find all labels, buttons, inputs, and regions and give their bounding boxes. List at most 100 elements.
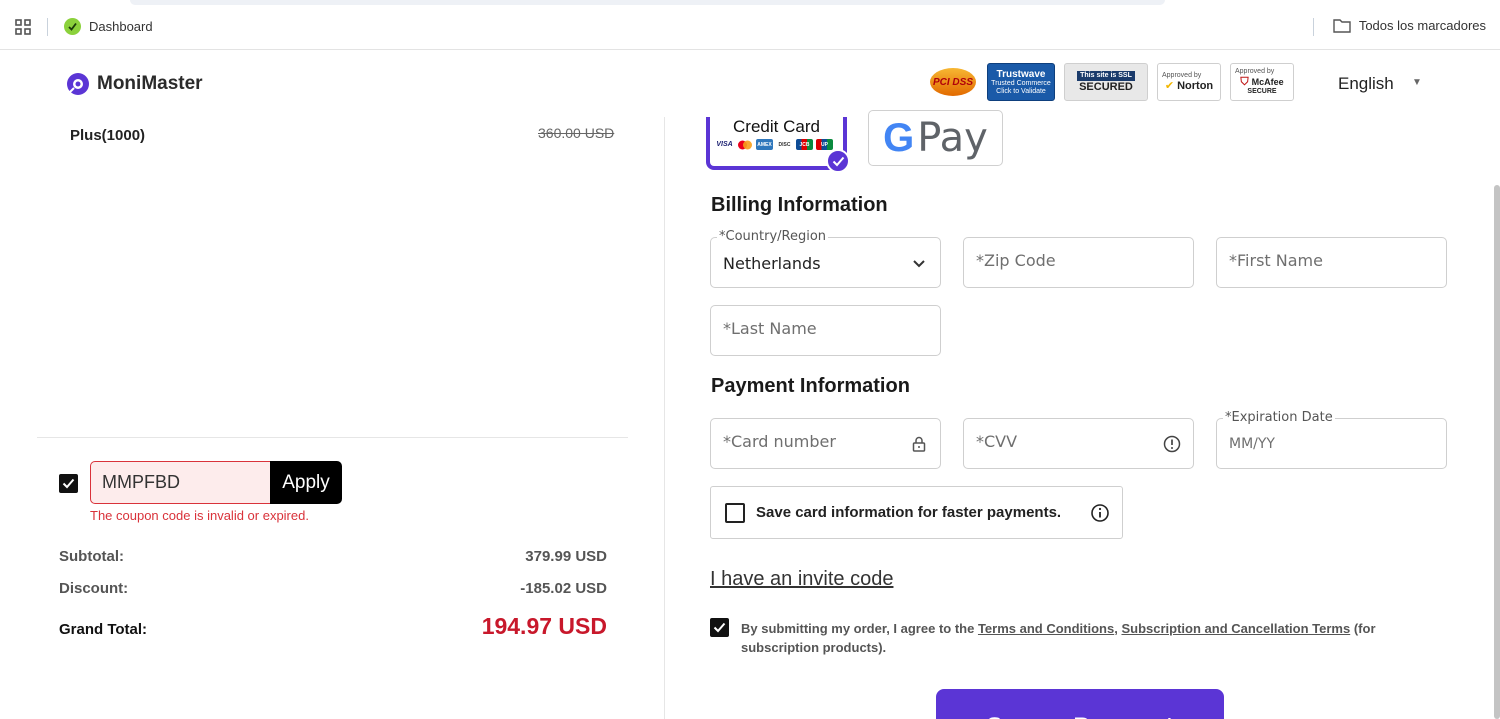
logo-text: MoniMaster — [97, 73, 203, 94]
subscription-terms-link[interactable]: Subscription and Cancellation Terms — [1121, 621, 1350, 636]
card-brand-logos: VISA AMEX DISC JCB UP — [716, 139, 833, 150]
payment-method-credit-card[interactable]: Credit Card VISA AMEX DISC JCB UP — [706, 117, 850, 173]
all-bookmarks[interactable]: Todos los marcadores — [1333, 18, 1486, 33]
discount-value: -185.02 USD — [520, 580, 607, 597]
mastercard-icon — [736, 139, 753, 150]
language-selector[interactable]: English — [1338, 74, 1394, 94]
grand-total-label: Grand Total: — [59, 621, 148, 638]
discount-label: Discount: — [59, 580, 129, 597]
google-g-icon: G — [883, 116, 914, 161]
apply-coupon-button[interactable]: Apply — [270, 461, 342, 504]
visa-icon: VISA — [716, 141, 733, 148]
bookmarks-separator — [1313, 18, 1314, 36]
cvv-field[interactable] — [963, 418, 1194, 469]
apps-grid-icon[interactable] — [15, 19, 31, 35]
last-name-field[interactable] — [710, 305, 941, 356]
billing-title: Billing Information — [711, 194, 888, 216]
expiration-date-field[interactable]: *Expiration Date — [1216, 410, 1447, 469]
pci-dss-text: PCI DSS — [930, 68, 976, 96]
trustwave-title: Trustwave — [996, 68, 1046, 80]
coupon-group: Apply — [90, 461, 342, 504]
lock-icon — [912, 436, 926, 452]
bookmarks-bar: Dashboard Todos los marcadores — [0, 0, 1500, 50]
trustwave-cta: Click to Validate — [996, 87, 1046, 95]
checkmark-icon — [713, 622, 726, 633]
norton-check-icon: ✔ — [1164, 79, 1175, 92]
google-g-letter: G — [883, 115, 915, 160]
country-select[interactable]: *Country/Region Netherlands — [710, 229, 941, 288]
subtotal-label: Subtotal: — [59, 548, 124, 565]
bookmarks-separator — [47, 18, 48, 36]
norton-badge: Approved by ✔ Norton — [1157, 63, 1221, 101]
folder-icon — [1333, 19, 1351, 33]
mcafee-top-text: Approved by — [1235, 68, 1275, 76]
subtotal-value: 379.99 USD — [525, 548, 607, 565]
grand-total-row: Grand Total: 194.97 USD — [59, 613, 607, 640]
gpay-pay-text: Pay — [917, 115, 988, 161]
expiration-label: *Expiration Date — [1223, 410, 1335, 425]
first-name-input[interactable] — [1229, 251, 1418, 270]
chevron-down-icon — [913, 260, 925, 268]
jcb-icon: JCB — [796, 139, 813, 150]
payment-info-title: Payment Information — [711, 375, 910, 397]
discount-row: Discount: -185.02 USD — [59, 580, 607, 597]
checkmark-icon — [62, 478, 75, 489]
terms-agreement: By submitting my order, I agree to the T… — [741, 620, 1431, 658]
grand-total-value: 194.97 USD — [481, 613, 607, 639]
cvv-input[interactable] — [976, 432, 1165, 451]
bookmark-dashboard[interactable]: Dashboard — [64, 18, 153, 35]
ssl-main-text: SECURED — [1079, 80, 1133, 93]
norton-main-text: Norton — [1177, 79, 1214, 92]
mcafee-main-text: McAfee — [1251, 76, 1284, 87]
terms-checkbox[interactable] — [710, 618, 729, 637]
dashboard-favicon-icon — [64, 18, 81, 35]
monimaster-logo[interactable]: MoniMaster — [66, 72, 203, 96]
last-name-input[interactable] — [723, 319, 912, 338]
page-scrollbar[interactable] — [1494, 185, 1500, 719]
trust-badges: PCI DSS Trustwave Trusted Commerce Click… — [928, 63, 1294, 101]
country-value: Netherlands — [723, 254, 821, 273]
site-header: MoniMaster PCI DSS Trustwave Trusted Com… — [0, 51, 1500, 117]
save-card-label: Save card information for faster payment… — [756, 504, 1062, 521]
product-name: Plus(1000) — [70, 127, 146, 144]
mcafee-shield-icon: ⛉ — [1240, 75, 1249, 88]
discover-icon: DISC — [778, 141, 791, 148]
coupon-checkbox[interactable] — [59, 474, 78, 493]
save-card-option[interactable]: Save card information for faster payment… — [710, 486, 1123, 539]
save-card-checkbox[interactable] — [725, 503, 745, 523]
mcafee-sub-text: SECURE — [1247, 88, 1277, 96]
amex-icon: AMEX — [756, 139, 773, 150]
ssl-secured-badge: This site is SSL SECURED — [1064, 63, 1148, 101]
summary-divider — [37, 437, 628, 438]
subtotal-row: Subtotal: 379.99 USD — [59, 548, 607, 565]
zip-code-field[interactable] — [963, 237, 1194, 288]
bookmark-dashboard-label: Dashboard — [89, 19, 153, 34]
credit-card-label: Credit Card — [733, 117, 820, 136]
selected-check-icon — [826, 149, 850, 173]
monimaster-logo-icon — [67, 73, 89, 95]
trustwave-badge[interactable]: Trustwave Trusted Commerce Click to Vali… — [987, 63, 1055, 101]
norton-top-text: Approved by — [1162, 72, 1202, 80]
card-number-input[interactable] — [723, 432, 912, 451]
zip-code-input[interactable] — [976, 251, 1165, 270]
secure-payment-button[interactable]: Secure Payment — [936, 689, 1224, 719]
expiration-input[interactable] — [1229, 436, 1418, 452]
info-icon[interactable] — [1163, 435, 1181, 453]
country-label: *Country/Region — [717, 229, 829, 244]
terms-prefix: By submitting my order, I agree to the — [741, 621, 975, 636]
terms-and-conditions-link[interactable]: Terms and Conditions — [978, 621, 1114, 636]
payment-method-google-pay[interactable]: G Pay — [868, 110, 1003, 166]
pci-dss-badge: PCI DSS — [928, 63, 978, 101]
card-number-field[interactable] — [710, 418, 941, 469]
first-name-field[interactable] — [1216, 237, 1447, 288]
order-summary: Plus(1000) 360.00 USD Apply The coupon c… — [0, 117, 665, 719]
all-bookmarks-label: Todos los marcadores — [1358, 18, 1486, 33]
invite-code-link[interactable]: I have an invite code — [710, 568, 893, 591]
caret-down-icon[interactable]: ▼ — [1412, 77, 1422, 88]
address-bar-edge — [130, 0, 1165, 5]
coupon-input[interactable] — [90, 461, 270, 504]
product-old-price: 360.00 USD — [538, 125, 615, 141]
info-icon[interactable] — [1090, 503, 1110, 523]
terms-separator: , — [1114, 621, 1118, 636]
mcafee-badge: Approved by ⛉ McAfee SECURE — [1230, 63, 1294, 101]
